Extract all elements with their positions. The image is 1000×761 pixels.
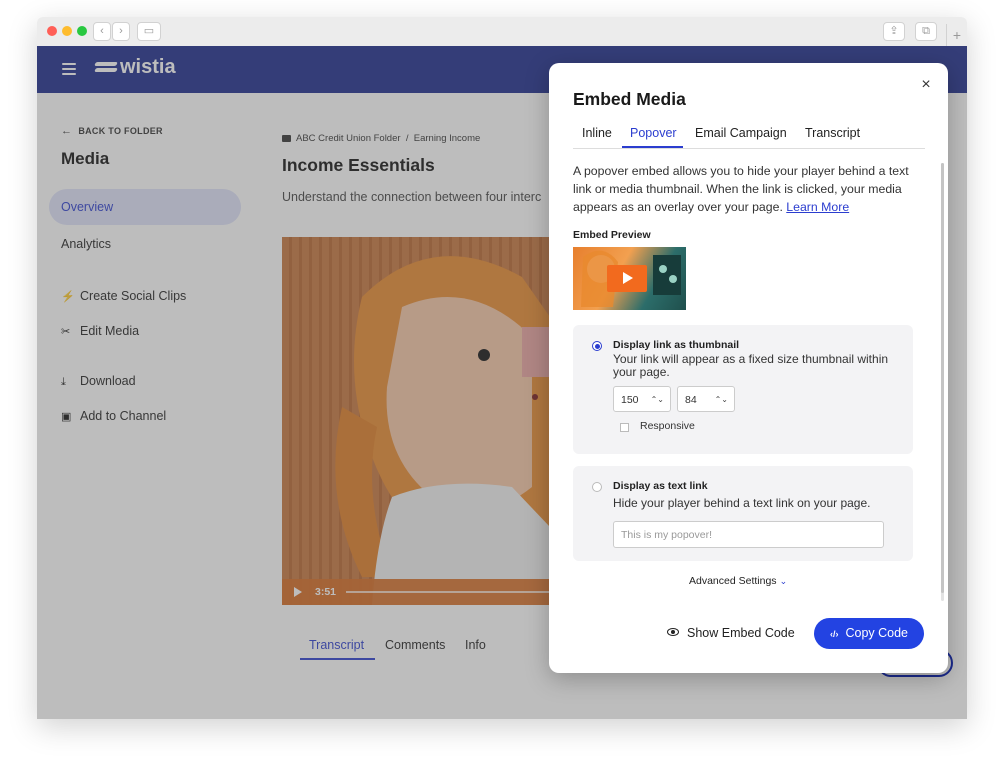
sidebar-toggle-icon[interactable]: ▭ [137,22,161,41]
option-thumbnail-title: Display link as thumbnail [613,339,740,351]
embed-preview-label: Embed Preview [573,229,651,241]
stepper-arrows-icon[interactable]: ⌃⌄ [651,387,664,413]
tab-popover[interactable]: Popover [630,126,677,140]
thumbnail-play-icon [607,265,647,292]
new-tab-icon[interactable]: + [946,24,967,46]
responsive-label: Responsive [640,420,695,432]
option-thumbnail-description: Your link will appear as a fixed size th… [613,352,889,379]
responsive-checkbox[interactable] [620,423,629,432]
embed-media-modal: Embed Media × Inline Popover Email Campa… [549,63,948,673]
option-text-link-description: Hide your player behind a text link on y… [613,496,871,510]
option-text-link-title: Display as text link [613,480,708,492]
browser-chrome: ‹ › ▭ ⇪ ⧉ + [37,17,967,47]
learn-more-link[interactable]: Learn More [786,200,849,214]
forward-arrow-icon[interactable]: › [112,22,130,41]
share-icon[interactable]: ⇪ [883,22,905,41]
show-embed-code-button[interactable]: Show Embed Code [667,626,795,640]
tab-inline[interactable]: Inline [582,126,612,140]
embed-preview-thumbnail[interactable] [573,247,686,310]
thumbnail-height-stepper[interactable]: 84 ⌃⌄ [677,386,735,412]
popover-text-input[interactable]: This is my popover! [613,521,884,548]
popover-intro: A popover embed allows you to hide your … [573,164,909,214]
stepper-arrows-icon[interactable]: ⌃⌄ [715,387,728,413]
active-embed-tab-indicator [622,146,683,148]
eye-icon [667,628,679,636]
advanced-settings-toggle[interactable]: Advanced Settings ⌄ [689,575,787,587]
zoom-window-dot[interactable] [77,26,87,36]
thumbnail-radio[interactable] [592,341,602,351]
chevron-down-icon: ⌄ [779,576,788,586]
thumbnail-width-stepper[interactable]: 150 ⌃⌄ [613,386,671,412]
embed-tabs: Inline Popover Email Campaign Transcript [573,126,925,149]
back-arrow-icon[interactable]: ‹ [93,22,111,41]
minimize-window-dot[interactable] [62,26,72,36]
text-link-radio[interactable] [592,482,602,492]
close-window-dot[interactable] [47,26,57,36]
close-icon[interactable]: × [918,77,934,93]
tab-email-campaign[interactable]: Email Campaign [695,126,787,140]
tab-transcript-embed[interactable]: Transcript [805,126,860,140]
copy-code-button[interactable]: ‹/› Copy Code [814,618,924,649]
modal-title: Embed Media [573,89,686,109]
option-thumbnail-card[interactable]: Display link as thumbnail Your link will… [573,325,913,454]
scrollbar-thumb[interactable] [941,163,944,593]
code-icon: ‹/› [829,629,839,639]
option-text-link-card[interactable]: Display as text link Hide your player be… [573,466,913,561]
tabs-overview-icon[interactable]: ⧉ [915,22,937,41]
